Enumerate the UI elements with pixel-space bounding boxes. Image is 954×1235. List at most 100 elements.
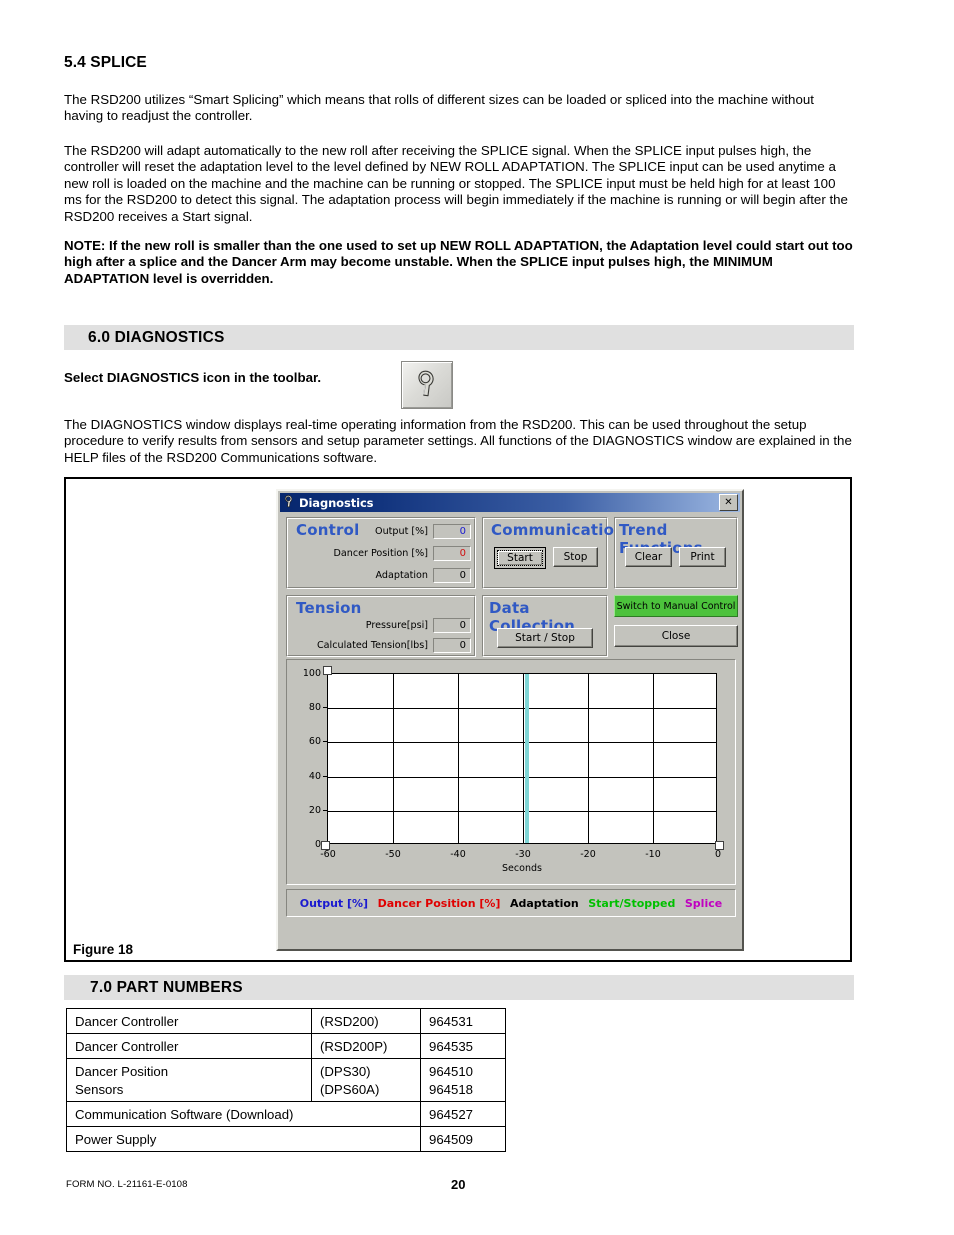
dancer-position-label: Dancer Position [%] — [333, 548, 428, 559]
x-tick-label: -30 — [515, 849, 531, 860]
part-number: 964527 — [420, 1101, 506, 1127]
table-row: Dancer Controller (RSD200P) 964535 — [66, 1033, 506, 1059]
gridline-v — [458, 674, 459, 843]
y-tick-mark — [323, 707, 327, 708]
table-row: Dancer Position (DPS30) 964510 — [66, 1058, 506, 1080]
close-icon[interactable]: ✕ — [719, 494, 738, 511]
table-row: Dancer Controller (RSD200) 964531 — [66, 1008, 506, 1034]
trend-chart-panel: 100 80 60 40 20 0 -60 -50 -40 -30 -20 -1… — [286, 659, 736, 885]
y-tick-mark — [323, 741, 327, 742]
heading-6-0-diagnostics: 6.0 DIAGNOSTICS — [88, 329, 225, 346]
switch-to-manual-control-button[interactable]: Switch to Manual Control — [614, 595, 738, 617]
field-row-output: Output [%] 0 — [291, 524, 471, 539]
data-collection-start-stop-button[interactable]: Start / Stop — [497, 628, 593, 648]
comm-start-button[interactable]: Start — [494, 547, 546, 569]
comm-start-label: Start — [497, 550, 543, 566]
x-tick-label: 0 — [714, 849, 722, 860]
y-tick-label: 60 — [308, 736, 321, 747]
paragraph-splice-signal: The RSD200 will adapt automatically to t… — [64, 143, 848, 224]
field-row-dancer-position: Dancer Position [%] 0 — [291, 546, 471, 561]
output-value: 0 — [433, 524, 471, 539]
heading-5-4-splice: 5.4 SPLICE — [64, 54, 147, 71]
dialog-titlebar[interactable]: Diagnostics ✕ — [280, 493, 740, 512]
y-tick-label: 40 — [308, 771, 321, 782]
figure-18-caption: Figure 18 — [73, 942, 134, 957]
diagnostics-toolbar-button[interactable] — [401, 361, 453, 409]
field-row-calculated-tension: Calculated Tension[lbs] 0 — [291, 638, 471, 653]
paragraph-diagnostics-window: The DIAGNOSTICS window displays real-tim… — [64, 417, 852, 465]
chart-cursor-line[interactable] — [525, 674, 529, 843]
part-number: 964518 — [420, 1080, 506, 1102]
dialog-title-text: Diagnostics — [299, 495, 374, 510]
y-tick-mark — [323, 776, 327, 777]
part-model: (RSD200) — [311, 1008, 421, 1034]
legend-item-start-stopped: Start/Stopped — [588, 896, 676, 910]
table-row: Sensors (DPS60A) 964518 — [66, 1080, 506, 1102]
x-tick-label: -10 — [645, 849, 661, 860]
table-row: Communication Software (Download) 964527 — [66, 1101, 506, 1127]
note-minimum-adaptation: NOTE: If the new roll is smaller than th… — [64, 238, 853, 286]
gridline-h — [328, 708, 716, 709]
data-collection-group: Data Collection Start / Stop — [482, 595, 608, 657]
gridline-v — [393, 674, 394, 843]
part-number: 964510 — [420, 1058, 506, 1080]
trend-functions-group: Trend Functions Clear Print — [614, 517, 738, 589]
adaptation-value: 0 — [433, 568, 471, 583]
control-group: Control Output [%] 0 Dancer Position [%]… — [286, 517, 476, 589]
part-desc: Sensors — [66, 1080, 312, 1102]
pressure-value: 0 — [433, 618, 471, 633]
document-page: 5.4 SPLICE The RSD200 utilizes “Smart Sp… — [0, 0, 954, 1235]
field-row-adaptation: Adaptation 0 — [291, 568, 471, 583]
part-desc: Dancer Controller — [66, 1033, 312, 1059]
x-tick-label: -50 — [385, 849, 401, 860]
chart-scroll-handle-top-left[interactable] — [323, 666, 332, 675]
trend-clear-button[interactable]: Clear — [625, 547, 672, 567]
footer-form-number: FORM NO. L-21161-E-0108 — [66, 1179, 188, 1190]
y-tick-label: 20 — [308, 805, 321, 816]
part-number: 964535 — [420, 1033, 506, 1059]
chart-legend: Output [%] Dancer Position [%] Adaptatio… — [286, 889, 736, 917]
part-number: 964531 — [420, 1008, 506, 1034]
part-model: (DPS30) — [311, 1058, 421, 1080]
pressure-label: Pressure[psi] — [365, 620, 428, 631]
gridline-v — [523, 674, 524, 843]
part-desc: Dancer Position — [66, 1058, 312, 1080]
gridline-v — [588, 674, 589, 843]
part-desc: Power Supply — [66, 1126, 421, 1152]
legend-item-output: Output [%] — [299, 896, 369, 910]
gridline-h — [328, 777, 716, 778]
y-tick-label: 100 — [302, 668, 321, 679]
adaptation-label: Adaptation — [375, 570, 428, 581]
heading-7-0-part-numbers: 7.0 PART NUMBERS — [90, 979, 243, 996]
table-row: Power Supply 964509 — [66, 1126, 506, 1152]
chart-scroll-handle-bottom-left[interactable] — [321, 841, 330, 850]
select-diagnostics-instruction: Select DIAGNOSTICS icon in the toolbar. — [64, 370, 322, 385]
x-tick-label: -40 — [450, 849, 466, 860]
legend-item-dancer-position: Dancer Position [%] — [377, 896, 501, 910]
y-tick-label: 80 — [308, 702, 321, 713]
output-label: Output [%] — [375, 526, 428, 537]
close-button[interactable]: Close — [614, 625, 738, 647]
calculated-tension-value: 0 — [433, 638, 471, 653]
tension-group: Tension Pressure[psi] 0 Calculated Tensi… — [286, 595, 476, 657]
field-row-pressure: Pressure[psi] 0 — [291, 618, 471, 633]
part-number: 964509 — [420, 1126, 506, 1152]
comm-stop-button[interactable]: Stop — [553, 547, 598, 567]
part-model: (DPS60A) — [311, 1080, 421, 1102]
gridline-v — [653, 674, 654, 843]
x-tick-label: -60 — [320, 849, 336, 860]
chart-plot-area — [327, 673, 717, 844]
paragraph-smart-splicing: The RSD200 utilizes “Smart Splicing” whi… — [64, 92, 814, 124]
part-numbers-table: Dancer Controller (RSD200) 964531 Dancer… — [66, 1008, 506, 1152]
x-tick-label: -20 — [580, 849, 596, 860]
dancer-position-value: 0 — [433, 546, 471, 561]
legend-item-adaptation: Adaptation — [509, 896, 579, 910]
trend-print-button[interactable]: Print — [679, 547, 726, 567]
part-desc: Communication Software (Download) — [66, 1101, 421, 1127]
calculated-tension-label: Calculated Tension[lbs] — [316, 640, 428, 651]
tension-group-title: Tension — [296, 599, 362, 617]
legend-item-splice: Splice — [684, 896, 723, 910]
communication-group-title: Communication — [491, 521, 625, 539]
chart-scroll-handle-bottom-right[interactable] — [715, 841, 724, 850]
gridline-h — [328, 811, 716, 812]
